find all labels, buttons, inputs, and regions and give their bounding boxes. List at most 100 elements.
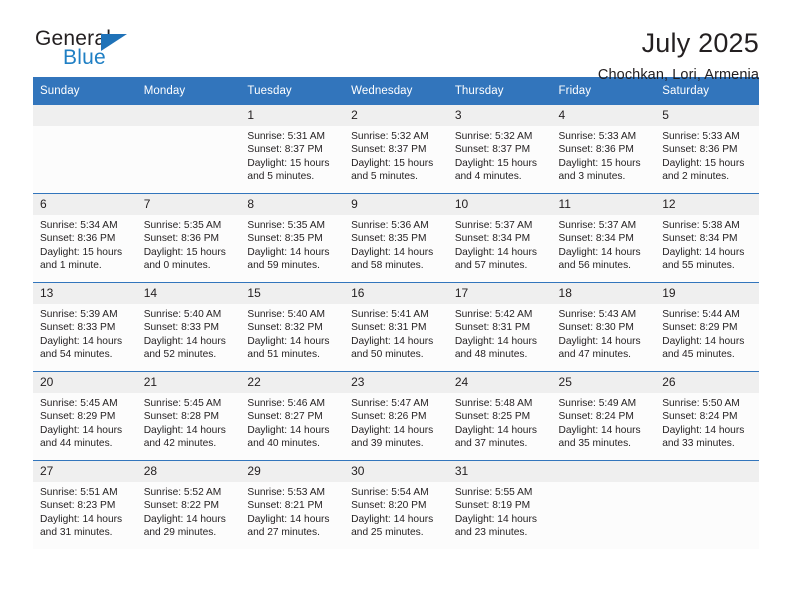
- day-cell-inner: 19 Sunrise: 5:44 AM Sunset: 8:29 PM Dayligh…: [655, 283, 759, 371]
- general-blue-logo[interactable]: General Blue: [33, 28, 155, 80]
- day-cell-inner: [655, 461, 759, 549]
- day-number: 21: [136, 372, 241, 393]
- day-number: 12: [655, 194, 759, 215]
- sunrise-text: Sunrise: 5:48 AM: [454, 398, 533, 409]
- day-cell-inner: [33, 105, 137, 193]
- day-cell-inner: 16 Sunrise: 5:41 AM Sunset: 8:31 PM Dayligh…: [344, 283, 448, 371]
- calendar-page: General Blue July 2025 Chochkan, Lori, A…: [0, 0, 792, 612]
- calendar-day-cell[interactable]: 1 Sunrise: 5:31 AM Sunset: 8:37 PM Daylight…: [240, 105, 345, 194]
- day-number: 28: [136, 461, 241, 482]
- calendar-day-cell[interactable]: 11 Sunrise: 5:37 AM Sunset: 8:34 PM Dayligh…: [551, 193, 656, 283]
- day-cell-inner: 14 Sunrise: 5:40 AM Sunset: 8:33 PM Dayligh…: [136, 283, 241, 371]
- calendar-day-cell[interactable]: 19 Sunrise: 5:44 AM Sunset: 8:29 PM Dayligh…: [655, 282, 759, 372]
- sunset-text: Sunset: 8:34 PM: [558, 233, 634, 245]
- day-details: Sunrise: 5:48 AM Sunset: 8:25 PM Daylight:…: [448, 393, 552, 451]
- calendar-day-cell[interactable]: 31 Sunrise: 5:55 AM Sunset: 8:19 PM Dayligh…: [447, 460, 552, 549]
- calendar-day-cell[interactable]: 30 Sunrise: 5:54 AM Sunset: 8:20 PM Dayligh…: [344, 460, 448, 549]
- day-details: Sunrise: 5:38 AM Sunset: 8:34 PM Daylight:…: [655, 215, 759, 273]
- day-cell-inner: 3 Sunrise: 5:32 AM Sunset: 8:37 PM Daylight…: [447, 105, 552, 193]
- sunset-text: Sunset: 8:27 PM: [247, 411, 323, 423]
- daylight-text: Daylight: 14 hours and 27 minutes.: [247, 513, 330, 539]
- calendar-day-cell[interactable]: 27 Sunrise: 5:51 AM Sunset: 8:23 PM Dayligh…: [33, 460, 137, 549]
- daylight-text: Daylight: 14 hours and 54 minutes.: [40, 335, 123, 361]
- calendar-day-cell[interactable]: 14 Sunrise: 5:40 AM Sunset: 8:33 PM Dayligh…: [136, 282, 241, 372]
- weekday-header-wednesday: Wednesday: [344, 77, 448, 105]
- calendar-day-cell[interactable]: 21 Sunrise: 5:45 AM Sunset: 8:28 PM Dayligh…: [136, 371, 241, 461]
- calendar-day-cell[interactable]: 2 Sunrise: 5:32 AM Sunset: 8:37 PM Daylight…: [344, 105, 448, 194]
- day-details: Sunrise: 5:41 AM Sunset: 8:31 PM Daylight:…: [344, 304, 448, 362]
- calendar-day-cell[interactable]: 24 Sunrise: 5:48 AM Sunset: 8:25 PM Dayligh…: [447, 371, 552, 461]
- sunset-text: Sunset: 8:32 PM: [247, 322, 323, 334]
- sunset-text: Sunset: 8:36 PM: [558, 144, 634, 156]
- sunset-text: Sunset: 8:37 PM: [247, 144, 323, 156]
- calendar-day-cell[interactable]: 20 Sunrise: 5:45 AM Sunset: 8:29 PM Dayligh…: [33, 371, 137, 461]
- sunrise-text: Sunrise: 5:49 AM: [558, 398, 637, 409]
- daylight-text: Daylight: 14 hours and 56 minutes.: [558, 246, 641, 272]
- calendar-day-cell[interactable]: 23 Sunrise: 5:47 AM Sunset: 8:26 PM Dayligh…: [344, 371, 448, 461]
- calendar-day-cell[interactable]: 3 Sunrise: 5:32 AM Sunset: 8:37 PM Daylight…: [447, 105, 552, 194]
- sunrise-text: Sunrise: 5:47 AM: [351, 398, 429, 409]
- calendar-day-cell[interactable]: 22 Sunrise: 5:46 AM Sunset: 8:27 PM Dayligh…: [240, 371, 345, 461]
- day-details: Sunrise: 5:35 AM Sunset: 8:35 PM Daylight:…: [240, 215, 344, 273]
- day-number: [33, 105, 137, 126]
- calendar-day-cell[interactable]: 29 Sunrise: 5:53 AM Sunset: 8:21 PM Dayligh…: [240, 460, 345, 549]
- day-number: 1: [240, 105, 345, 126]
- day-details: Sunrise: 5:37 AM Sunset: 8:34 PM Daylight:…: [552, 215, 656, 273]
- day-details: Sunrise: 5:35 AM Sunset: 8:36 PM Daylight:…: [137, 215, 241, 273]
- title-block: July 2025 Chochkan, Lori, Armenia: [598, 28, 759, 85]
- sunset-text: Sunset: 8:26 PM: [351, 411, 427, 423]
- sunset-text: Sunset: 8:34 PM: [662, 233, 738, 245]
- day-details: Sunrise: 5:52 AM Sunset: 8:22 PM Daylight:…: [137, 482, 241, 540]
- calendar-day-cell[interactable]: 26 Sunrise: 5:50 AM Sunset: 8:24 PM Dayligh…: [655, 371, 759, 461]
- sunset-text: Sunset: 8:31 PM: [454, 322, 531, 334]
- sunset-text: Sunset: 8:36 PM: [143, 233, 220, 245]
- sunrise-text: Sunrise: 5:31 AM: [247, 131, 325, 142]
- sunrise-text: Sunrise: 5:51 AM: [40, 487, 118, 498]
- calendar-day-cell[interactable]: 25 Sunrise: 5:49 AM Sunset: 8:24 PM Dayligh…: [551, 371, 656, 461]
- daylight-text: Daylight: 14 hours and 57 minutes.: [454, 246, 537, 272]
- calendar-day-cell[interactable]: 16 Sunrise: 5:41 AM Sunset: 8:31 PM Dayligh…: [344, 282, 448, 372]
- calendar-day-cell[interactable]: 5 Sunrise: 5:33 AM Sunset: 8:36 PM Daylight…: [655, 105, 759, 194]
- day-cell-inner: 30 Sunrise: 5:54 AM Sunset: 8:20 PM Dayligh…: [344, 461, 448, 549]
- daylight-text: Daylight: 14 hours and 50 minutes.: [351, 335, 434, 361]
- day-cell-inner: [136, 105, 241, 193]
- day-details: Sunrise: 5:32 AM Sunset: 8:37 PM Daylight:…: [344, 126, 448, 184]
- calendar-day-cell[interactable]: 12 Sunrise: 5:38 AM Sunset: 8:34 PM Dayligh…: [655, 193, 759, 283]
- daylight-text: Daylight: 14 hours and 23 minutes.: [454, 513, 537, 539]
- day-number: 3: [447, 105, 552, 126]
- calendar-day-cell[interactable]: 10 Sunrise: 5:37 AM Sunset: 8:34 PM Dayligh…: [447, 193, 552, 283]
- sunrise-text: Sunrise: 5:34 AM: [40, 220, 118, 231]
- calendar-day-cell[interactable]: 6 Sunrise: 5:34 AM Sunset: 8:36 PM Daylight…: [33, 193, 137, 283]
- day-details: Sunrise: 5:33 AM Sunset: 8:36 PM Daylight:…: [655, 126, 759, 184]
- calendar-day-cell[interactable]: 28 Sunrise: 5:52 AM Sunset: 8:22 PM Dayligh…: [136, 460, 241, 549]
- day-number: 20: [33, 372, 137, 393]
- page-title: July 2025: [641, 28, 759, 58]
- day-number: 29: [240, 461, 345, 482]
- daylight-text: Daylight: 15 hours and 3 minutes.: [558, 157, 641, 183]
- daylight-text: Daylight: 14 hours and 42 minutes.: [143, 424, 226, 450]
- calendar-day-cell[interactable]: 8 Sunrise: 5:35 AM Sunset: 8:35 PM Daylight…: [240, 193, 345, 283]
- calendar-day-cell[interactable]: 17 Sunrise: 5:42 AM Sunset: 8:31 PM Dayligh…: [447, 282, 552, 372]
- calendar-day-cell-empty: [551, 460, 656, 549]
- day-details: Sunrise: 5:45 AM Sunset: 8:28 PM Daylight:…: [137, 393, 241, 451]
- day-details: Sunrise: 5:47 AM Sunset: 8:26 PM Daylight:…: [344, 393, 448, 451]
- calendar-day-cell[interactable]: 15 Sunrise: 5:40 AM Sunset: 8:32 PM Dayligh…: [240, 282, 345, 372]
- calendar-day-cell[interactable]: 4 Sunrise: 5:33 AM Sunset: 8:36 PM Daylight…: [551, 105, 656, 194]
- sunset-text: Sunset: 8:33 PM: [143, 322, 220, 334]
- day-cell-inner: 22 Sunrise: 5:46 AM Sunset: 8:27 PM Dayligh…: [240, 372, 345, 460]
- sunset-text: Sunset: 8:33 PM: [40, 322, 116, 334]
- sunset-text: Sunset: 8:24 PM: [662, 411, 738, 423]
- day-number: 5: [655, 105, 759, 126]
- day-number: [136, 105, 241, 126]
- day-details: Sunrise: 5:55 AM Sunset: 8:19 PM Daylight:…: [448, 482, 552, 540]
- day-cell-inner: 28 Sunrise: 5:52 AM Sunset: 8:22 PM Dayligh…: [136, 461, 241, 549]
- sunrise-text: Sunrise: 5:54 AM: [351, 487, 429, 498]
- day-number: 16: [344, 283, 448, 304]
- calendar-day-cell[interactable]: 7 Sunrise: 5:35 AM Sunset: 8:36 PM Daylight…: [136, 193, 241, 283]
- calendar-day-cell[interactable]: 13 Sunrise: 5:39 AM Sunset: 8:33 PM Dayligh…: [33, 282, 137, 372]
- day-cell-inner: 21 Sunrise: 5:45 AM Sunset: 8:28 PM Dayligh…: [136, 372, 241, 460]
- calendar-day-cell[interactable]: 9 Sunrise: 5:36 AM Sunset: 8:35 PM Daylight…: [344, 193, 448, 283]
- sunrise-text: Sunrise: 5:37 AM: [454, 220, 533, 231]
- daylight-text: Daylight: 14 hours and 29 minutes.: [143, 513, 226, 539]
- calendar-day-cell[interactable]: 18 Sunrise: 5:43 AM Sunset: 8:30 PM Dayligh…: [551, 282, 656, 372]
